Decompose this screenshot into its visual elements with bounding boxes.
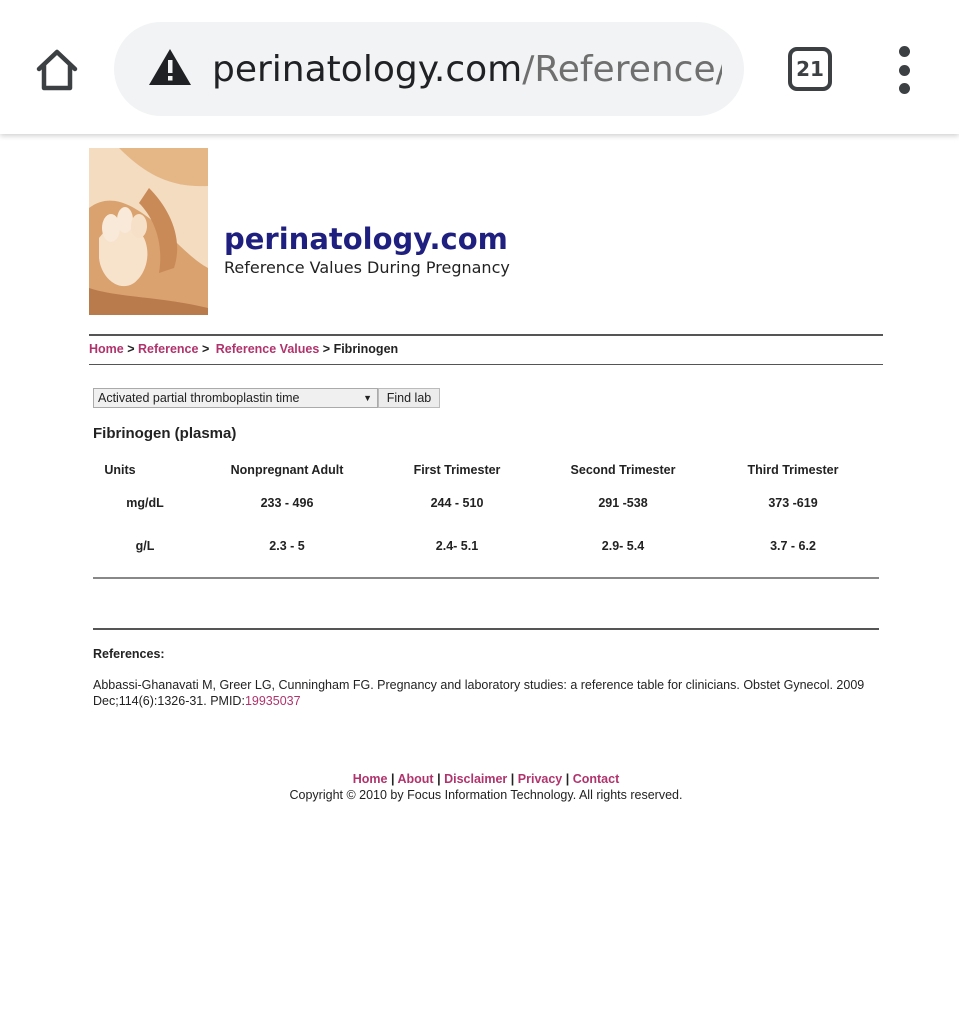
url-text[interactable]: perinatology.com/Reference/F <box>212 44 722 96</box>
find-lab-button[interactable]: Find lab <box>378 388 440 408</box>
breadcrumb: Home > Reference > Reference Values > Fi… <box>89 342 398 356</box>
lab-select-value: Activated partial thromboplastin time <box>98 391 300 405</box>
breadcrumb-separator: > <box>127 342 135 356</box>
breadcrumb-separator: > <box>322 342 331 356</box>
table-cell: 373 -619 <box>768 496 818 510</box>
dropdown-arrow-icon: ▼ <box>363 393 372 403</box>
home-icon <box>36 49 78 91</box>
divider <box>93 577 879 579</box>
table-header: Nonpregnant Adult <box>230 463 344 477</box>
divider <box>89 334 883 336</box>
citation-text: Abbassi-Ghanavati M, Greer LG, Cunningha… <box>93 678 865 708</box>
table-title: Fibrinogen (plasma) <box>93 425 237 442</box>
footer-separator: | <box>565 772 570 786</box>
table-cell: g/L <box>135 539 155 553</box>
reference-citation: Abbassi-Ghanavati M, Greer LG, Cunningha… <box>93 677 883 709</box>
url-host: perinatology.com <box>212 49 523 90</box>
references-title: References: <box>93 647 165 661</box>
url-path: /Reference/F <box>522 49 722 90</box>
footer-link-home[interactable]: Home <box>353 772 388 786</box>
divider <box>93 628 879 630</box>
table-header: Units <box>104 463 136 477</box>
divider <box>89 364 883 365</box>
footer-link-privacy[interactable]: Privacy <box>518 772 562 786</box>
footer-separator: | <box>390 772 395 786</box>
table-cell: 2.4- 5.1 <box>435 539 479 553</box>
site-title[interactable]: perinatology.com <box>224 222 508 256</box>
pmid-link[interactable]: 19935037 <box>245 694 301 708</box>
tabs-button[interactable]: 21 <box>788 47 832 91</box>
footer-link-about[interactable]: About <box>397 772 433 786</box>
site-logo-image <box>89 148 208 315</box>
more-vert-icon[interactable] <box>888 46 920 94</box>
lab-select[interactable]: Activated partial thromboplastin time ▼ <box>93 388 378 408</box>
table-cell: 291 -538 <box>598 496 648 510</box>
table-header: Second Trimester <box>570 463 676 477</box>
table-cell: mg/dL <box>126 496 164 510</box>
home-button[interactable] <box>30 44 84 96</box>
site-subtitle: Reference Values During Pregnancy <box>224 258 510 277</box>
table-cell: 3.7 - 6.2 <box>770 539 816 553</box>
breadcrumb-home-link[interactable]: Home <box>89 342 124 356</box>
table-cell: 2.9- 5.4 <box>601 539 645 553</box>
footer-nav: Home | About | Disclaimer | Privacy | Co… <box>0 772 959 786</box>
footer-link-contact[interactable]: Contact <box>573 772 620 786</box>
copyright-text: Copyright © 2010 by Focus Information Te… <box>289 788 683 802</box>
footer-separator: | <box>510 772 515 786</box>
tab-count: 21 <box>796 57 824 81</box>
warning-icon[interactable] <box>148 47 192 87</box>
breadcrumb-reference-link[interactable]: Reference <box>138 342 198 356</box>
table-header: Third Trimester <box>747 463 839 477</box>
breadcrumb-current: Fibrinogen <box>333 342 399 356</box>
table-cell: 244 - 510 <box>430 496 484 510</box>
breadcrumb-reference-values-link[interactable]: Reference Values <box>216 342 320 356</box>
browser-toolbar: perinatology.com/Reference/F 21 <box>0 0 959 134</box>
footer-separator: | <box>437 772 441 786</box>
table-cell: 2.3 - 5 <box>269 539 305 553</box>
table-header: First Trimester <box>413 463 501 477</box>
breadcrumb-separator: > <box>201 342 210 356</box>
table-cell: 233 - 496 <box>260 496 314 510</box>
footer-link-disclaimer[interactable]: Disclaimer <box>444 772 507 786</box>
